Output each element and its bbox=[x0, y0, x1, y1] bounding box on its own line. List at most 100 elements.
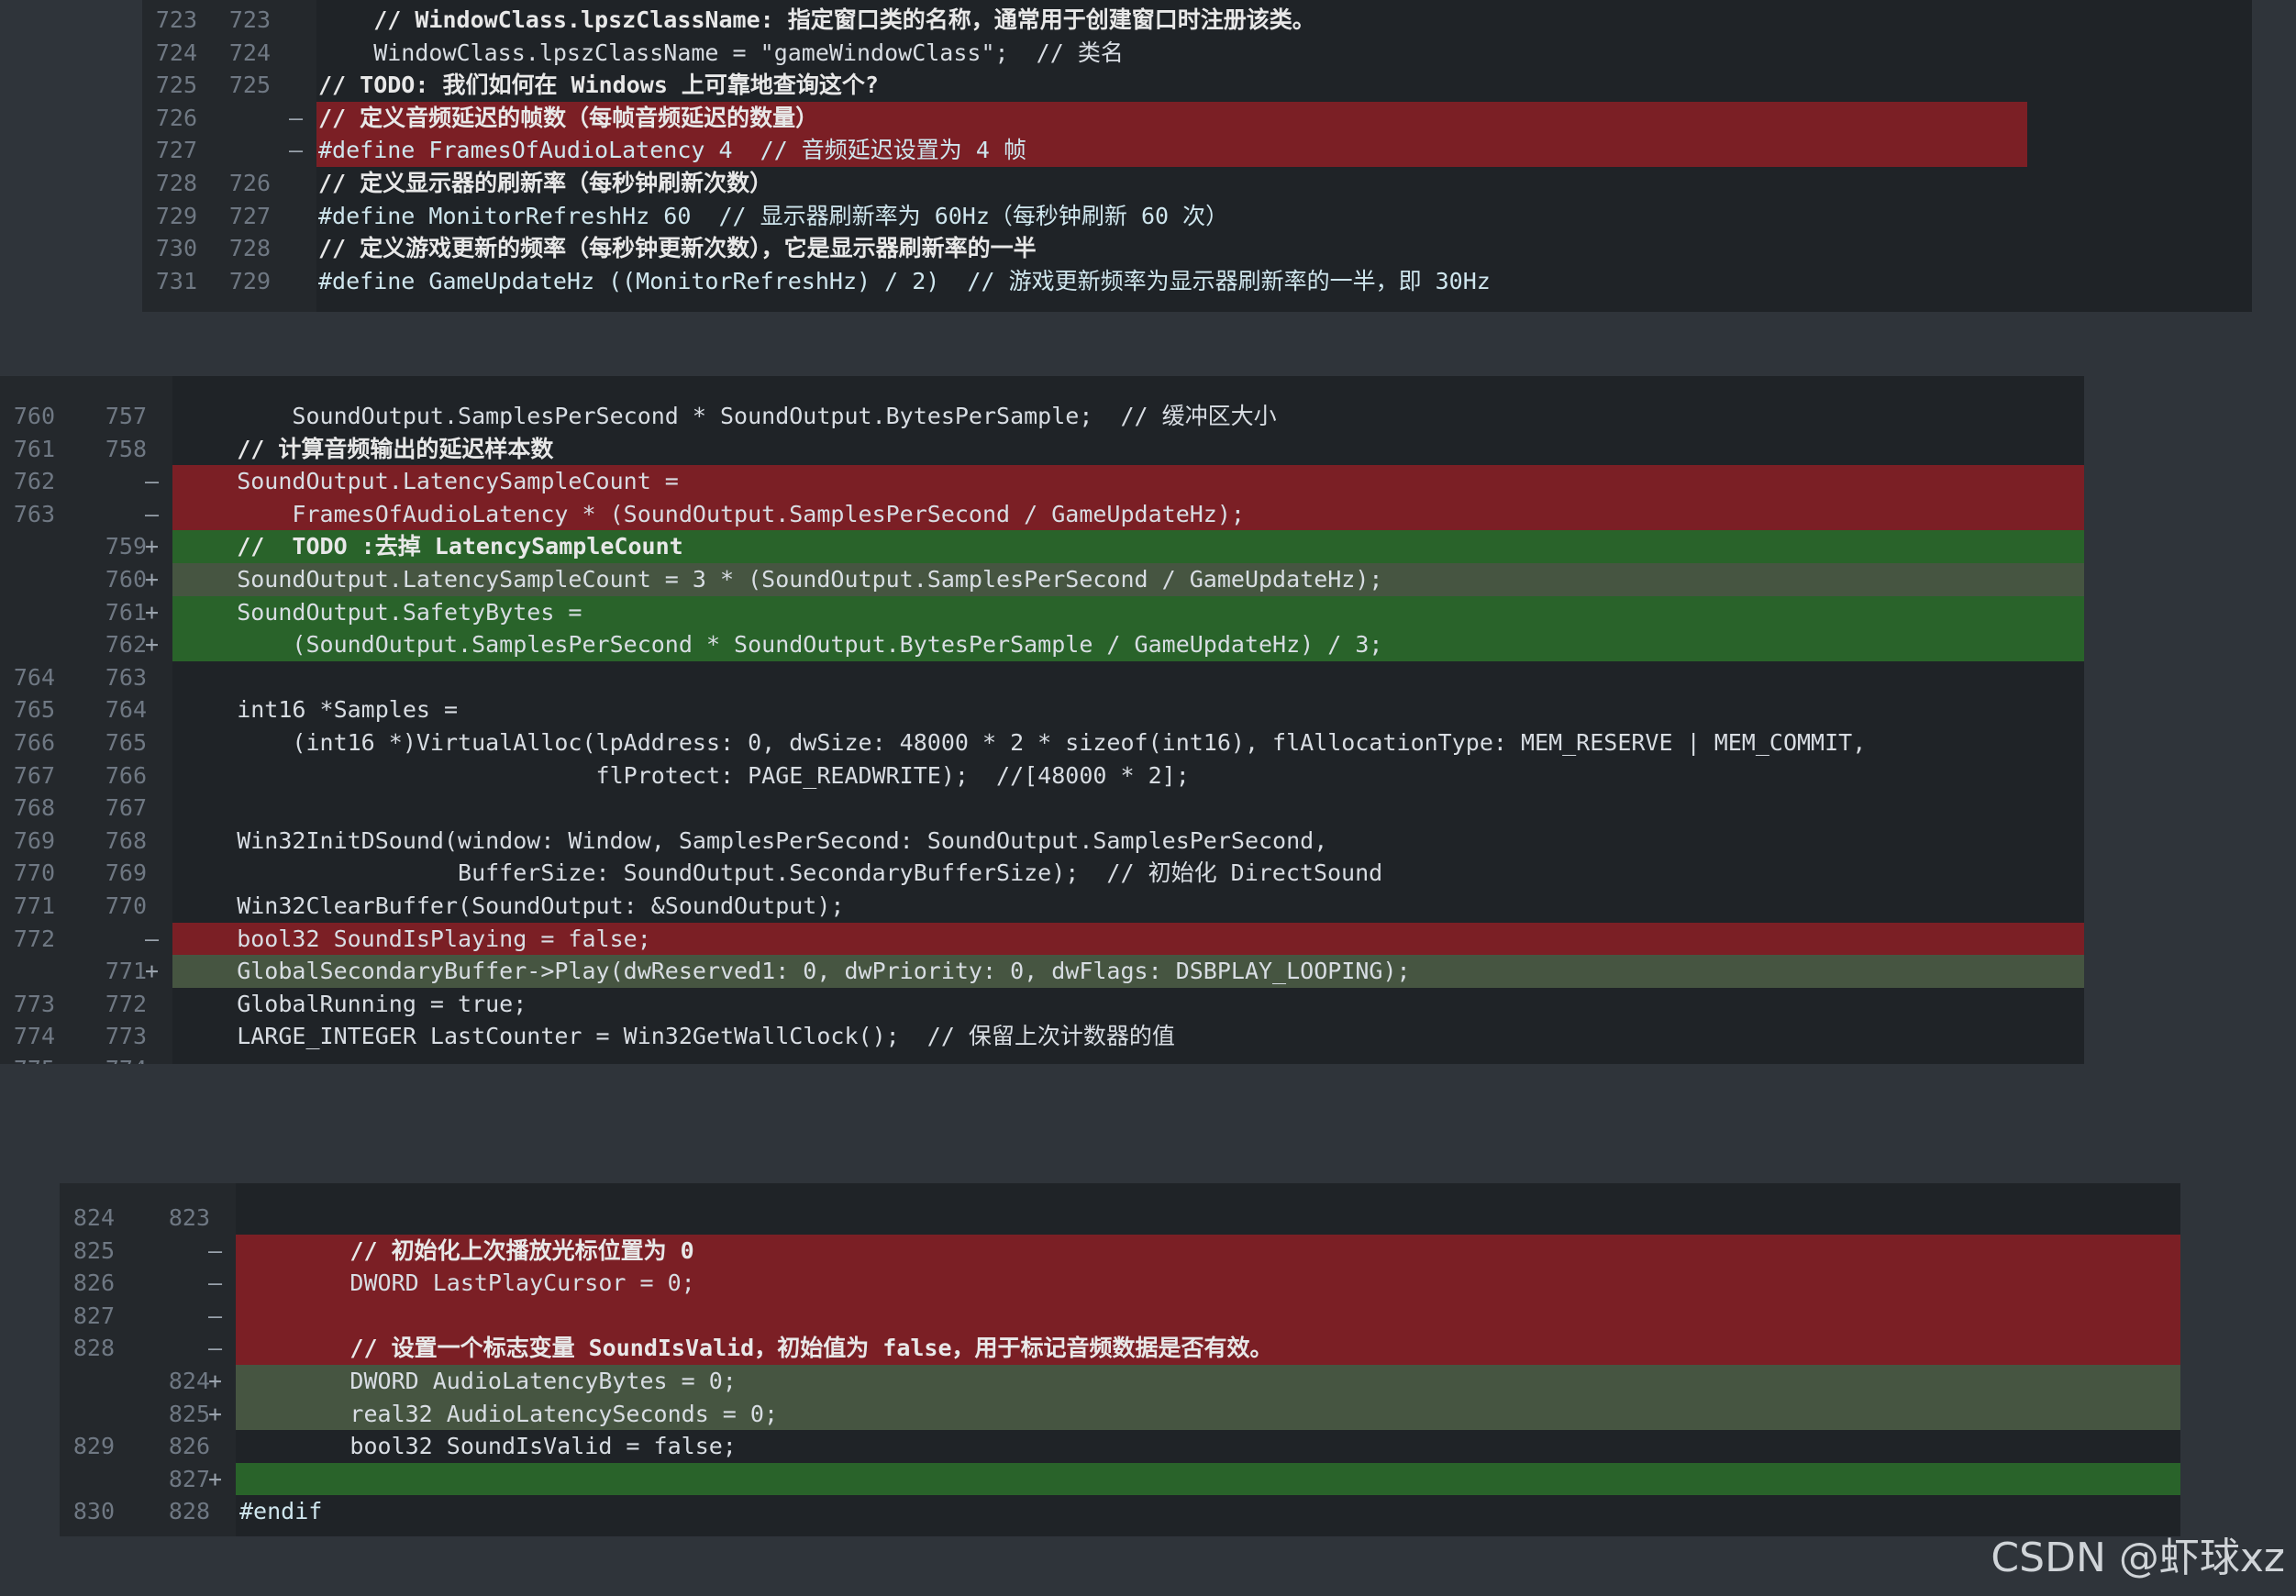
diff-line[interactable]: 763 — FramesOfAudioLatency * (SoundOutput… bbox=[0, 497, 2084, 531]
new-line-number: 758 bbox=[105, 435, 147, 462]
old-line-number: 771 bbox=[13, 892, 55, 919]
del-highlight bbox=[236, 1299, 2180, 1333]
removed-marker: — bbox=[208, 1269, 223, 1297]
diff-line[interactable]: 824 823 bbox=[60, 1202, 2180, 1235]
diff-line[interactable]: 767 766 flProtect: PAGE_READWRITE); //[48… bbox=[0, 759, 2084, 792]
new-line-number: 826 bbox=[168, 1433, 210, 1460]
new-line-number: 766 bbox=[105, 761, 147, 789]
new-line-number: 827 bbox=[168, 1465, 210, 1492]
diff-line[interactable]: 827 — bbox=[60, 1299, 2180, 1333]
code-text: // 计算音频输出的延迟样本数 bbox=[182, 435, 554, 462]
diff-line[interactable]: 771 770 Win32ClearBuffer(SoundOutput: &So… bbox=[0, 890, 2084, 923]
diff-line[interactable]: 824 + DWORD AudioLatencyBytes = 0; bbox=[60, 1365, 2180, 1398]
diff-line[interactable]: 761 758 // 计算音频输出的延迟样本数 bbox=[0, 433, 2084, 466]
diff-line[interactable]: 825 — // 初始化上次播放光标位置为 0 bbox=[60, 1234, 2180, 1268]
code-text: SoundOutput.LatencySampleCount = 3 * (So… bbox=[182, 566, 1383, 593]
diff-line[interactable]: 728 726 // 定义显示器的刷新率（每秒钟刷新次数） bbox=[142, 167, 2252, 200]
added-marker: + bbox=[145, 631, 160, 659]
old-line-number: 730 bbox=[155, 235, 197, 262]
diff-line[interactable]: 829 826 bool32 SoundIsValid = false; bbox=[60, 1430, 2180, 1463]
diff-line[interactable]: 768 767 bbox=[0, 792, 2084, 825]
diff-line[interactable]: 759 + // TODO :去掉 LatencySampleCount bbox=[0, 530, 2084, 563]
diff-line[interactable]: 724 724 WindowClass.lpszClassName = "game… bbox=[142, 37, 2252, 70]
old-line-number: 728 bbox=[155, 170, 197, 196]
old-line-number: 726 bbox=[155, 104, 197, 131]
diff-line[interactable]: 725 725 // TODO: 我们如何在 Windows 上可靠地查询这个? bbox=[142, 69, 2252, 102]
removed-marker: — bbox=[145, 925, 160, 952]
diff-panel-middle: 760 757 SoundOutput.SamplesPerSecond * So… bbox=[0, 376, 2084, 1064]
code-text: // 初始化上次播放光标位置为 0 bbox=[239, 1236, 694, 1264]
old-line-number: 760 bbox=[13, 403, 55, 429]
diff-line[interactable]: 761 + SoundOutput.SafetyBytes = bbox=[0, 595, 2084, 629]
code-text: flProtect: PAGE_READWRITE); //[48000 * 2… bbox=[182, 761, 1190, 789]
watermark: CSDN @虾球xz bbox=[1991, 1535, 2285, 1581]
old-line-number: 774 bbox=[13, 1023, 55, 1050]
added-marker: + bbox=[145, 958, 160, 985]
diff-line[interactable]: 723 723 // WindowClass.lpszClassName: 指定窗… bbox=[142, 4, 2252, 37]
new-line-number: 759 bbox=[105, 533, 147, 560]
diff-line[interactable]: 762 + (SoundOutput.SamplesPerSecond * Sou… bbox=[0, 628, 2084, 661]
diff-line[interactable]: 730 728 // 定义游戏更新的频率（每秒钟更新次数），它是显示器刷新率的一半 bbox=[142, 232, 2252, 265]
added-marker: + bbox=[145, 566, 160, 593]
old-line-number: 731 bbox=[155, 267, 197, 294]
code-text: #define FramesOfAudioLatency 4 // 音频延迟设置… bbox=[318, 137, 1026, 164]
code-text: WindowClass.lpszClassName = "gameWindowC… bbox=[318, 39, 1124, 66]
diff-line[interactable]: 774 773 LARGE_INTEGER LastCounter = Win32… bbox=[0, 1020, 2084, 1053]
code-text: // TODO: 我们如何在 Windows 上可靠地查询这个? bbox=[318, 72, 879, 99]
new-line-number: 765 bbox=[105, 729, 147, 756]
new-line-number: 767 bbox=[105, 794, 147, 822]
code-text: // WindowClass.lpszClassName: 指定窗口类的名称，通… bbox=[318, 6, 1315, 33]
code-text: DWORD LastPlayCursor = 0; bbox=[239, 1269, 695, 1297]
new-line-number: 824 bbox=[168, 1368, 210, 1394]
diff-line[interactable]: 775 774 bbox=[0, 1053, 2084, 1064]
old-line-number: 723 bbox=[155, 6, 197, 33]
code-text: bool32 SoundIsPlaying = false; bbox=[182, 925, 651, 952]
old-line-number: 775 bbox=[0, 1053, 55, 1064]
diff-line[interactable]: 760 757 SoundOutput.SamplesPerSecond * So… bbox=[0, 400, 2084, 433]
diff-line[interactable]: 827 + bbox=[60, 1462, 2180, 1496]
old-line-number: 727 bbox=[155, 137, 197, 164]
code-text: SoundOutput.SamplesPerSecond * SoundOutp… bbox=[182, 403, 1277, 429]
code-text: #endif bbox=[239, 1498, 323, 1525]
old-line-number: 767 bbox=[13, 761, 55, 789]
diff-line[interactable]: 773 772 GlobalRunning = true; bbox=[0, 988, 2084, 1021]
new-line-number: 773 bbox=[105, 1023, 147, 1050]
diff-line[interactable]: 766 765 (int16 *)VirtualAlloc(lpAddress: … bbox=[0, 726, 2084, 759]
new-line-number: 760 bbox=[105, 566, 147, 593]
old-line-number: 770 bbox=[13, 859, 55, 887]
old-line-number: 768 bbox=[13, 794, 55, 822]
diff-line[interactable]: 762 — SoundOutput.LatencySampleCount = bbox=[0, 465, 2084, 498]
old-line-number: 725 bbox=[155, 72, 197, 99]
diff-line[interactable]: 826 — DWORD LastPlayCursor = 0; bbox=[60, 1267, 2180, 1300]
code-text: Win32InitDSound(window: Window, SamplesP… bbox=[182, 826, 1328, 854]
diff-line[interactable]: 770 769 BufferSize: SoundOutput.Secondary… bbox=[0, 857, 2084, 890]
diff-line[interactable]: 760 + SoundOutput.LatencySampleCount = 3 … bbox=[0, 563, 2084, 596]
code-text: // 定义显示器的刷新率（每秒钟刷新次数） bbox=[318, 170, 773, 196]
new-line-number: 772 bbox=[105, 990, 147, 1017]
code-text: SoundOutput.LatencySampleCount = bbox=[182, 468, 679, 495]
code-text: real32 AudioLatencySeconds = 0; bbox=[239, 1400, 778, 1427]
diff-line[interactable]: 825 + real32 AudioLatencySeconds = 0; bbox=[60, 1397, 2180, 1431]
diff-line[interactable]: 765 764 int16 *Samples = bbox=[0, 693, 2084, 726]
diff-line[interactable]: 727 — #define FramesOfAudioLatency 4 // 音频… bbox=[142, 134, 2252, 167]
diff-line[interactable]: 828 — // 设置一个标志变量 SoundIsValid，初始值为 false… bbox=[60, 1332, 2180, 1365]
new-line-number: 774 bbox=[92, 1053, 147, 1064]
diff-line[interactable]: 731 729 #define GameUpdateHz ((MonitorRefr… bbox=[142, 265, 2252, 298]
new-line-number: 764 bbox=[105, 696, 147, 724]
old-line-number: 765 bbox=[13, 696, 55, 724]
add-highlight bbox=[236, 1462, 2180, 1496]
diff-line[interactable]: 771 + GlobalSecondaryBuffer->Play(dwReser… bbox=[0, 955, 2084, 988]
added-marker: + bbox=[145, 598, 160, 626]
new-line-number: 724 bbox=[228, 39, 271, 66]
old-line-number: 826 bbox=[72, 1269, 115, 1297]
diff-line[interactable]: 830 828 #endif bbox=[60, 1495, 2180, 1528]
code-text: // TODO :去掉 LatencySampleCount bbox=[182, 533, 683, 560]
diff-line[interactable]: 772 — bool32 SoundIsPlaying = false; bbox=[0, 922, 2084, 956]
old-line-number: 763 bbox=[13, 500, 55, 527]
diff-line[interactable]: 769 768 Win32InitDSound(window: Window, S… bbox=[0, 825, 2084, 858]
diff-line[interactable]: 729 727 #define MonitorRefreshHz 60 // 显示器… bbox=[142, 200, 2252, 233]
diff-line[interactable]: 764 763 bbox=[0, 661, 2084, 694]
diff-line[interactable]: 726 — // 定义音频延迟的帧数（每帧音频延迟的数量） bbox=[142, 101, 2252, 135]
old-line-number: 762 bbox=[13, 468, 55, 495]
added-marker: + bbox=[208, 1368, 223, 1394]
